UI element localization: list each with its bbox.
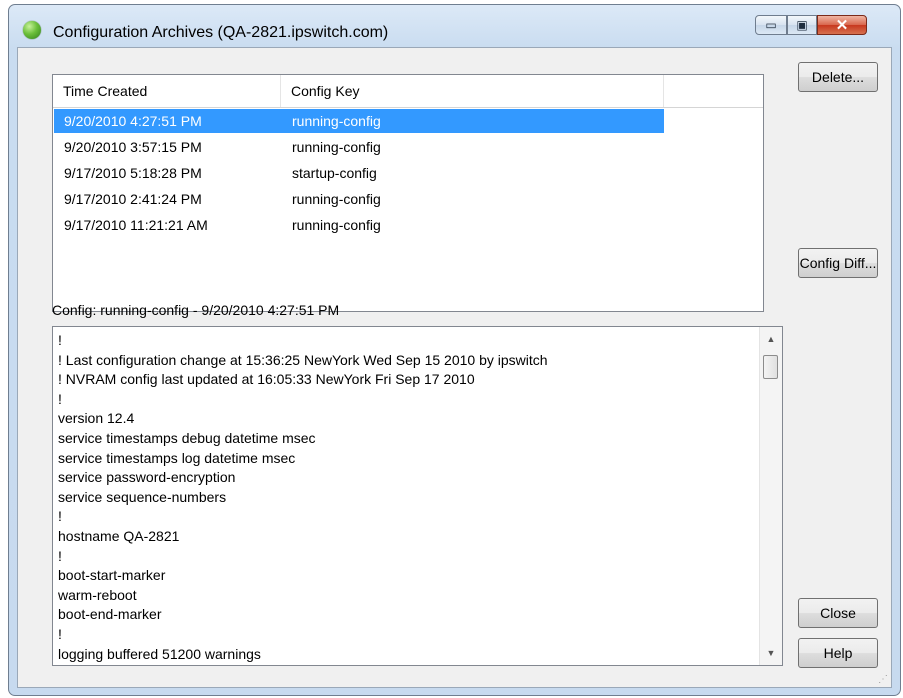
resize-grip-icon[interactable]: ⋰ — [878, 674, 888, 685]
row-config-key: running-config — [292, 113, 381, 129]
config-line: ! NVRAM config last updated at 16:05:33 … — [58, 371, 475, 388]
help-button[interactable]: Help — [798, 638, 878, 668]
config-line: ! — [58, 508, 62, 525]
list-row[interactable]: 9/20/2010 4:27:51 PM running-config — [54, 109, 664, 133]
list-row[interactable]: 9/17/2010 11:21:21 AM running-config — [54, 213, 664, 237]
column-header-filler — [664, 75, 763, 107]
close-icon: ✕ — [835, 17, 849, 34]
row-config-key: startup-config — [292, 165, 377, 181]
scroll-down-arrow-icon[interactable]: ▼ — [760, 644, 782, 662]
close-window-button[interactable]: ✕ — [817, 15, 867, 35]
maximize-icon: ▣ — [796, 18, 808, 32]
row-time-created: 9/20/2010 3:57:15 PM — [64, 139, 202, 155]
scroll-up-arrow-icon[interactable]: ▲ — [760, 330, 782, 348]
row-time-created: 9/17/2010 11:21:21 AM — [64, 217, 208, 233]
configuration-archives-window: Configuration Archives (QA-2821.ipswitch… — [8, 4, 901, 696]
row-config-key: running-config — [292, 217, 381, 233]
config-text-area[interactable]: ! ! Last configuration change at 15:36:25… — [52, 326, 783, 666]
minimize-icon: ▭ — [765, 18, 777, 32]
config-line: service timestamps log datetime msec — [58, 449, 296, 466]
config-line: ! — [58, 332, 62, 348]
vertical-scrollbar[interactable]: ▲ ▼ — [759, 327, 782, 665]
row-time-created: 9/20/2010 4:27:51 PM — [64, 113, 202, 129]
row-time-created: 9/17/2010 5:18:28 PM — [64, 165, 202, 181]
delete-button[interactable]: Delete... — [798, 62, 878, 92]
config-line: boot-end-marker — [58, 606, 162, 623]
config-line: service timestamps debug datetime msec — [58, 429, 316, 446]
config-line: service sequence-numbers — [58, 488, 227, 505]
config-line: service password-encryption — [58, 469, 236, 486]
app-status-icon — [23, 21, 41, 39]
list-row[interactable]: 9/20/2010 3:57:15 PM running-config — [54, 135, 664, 159]
scrollbar-thumb[interactable] — [763, 355, 778, 379]
close-button[interactable]: Close — [798, 598, 878, 628]
config-line: ! Last configuration change at 15:36:25 … — [58, 351, 548, 368]
config-diff-button[interactable]: Config Diff... — [798, 248, 878, 278]
row-config-key: running-config — [292, 139, 381, 155]
config-line: hostname QA-2821 — [58, 527, 180, 544]
config-text-content: ! ! Last configuration change at 15:36:25… — [58, 331, 752, 664]
maximize-button[interactable]: ▣ — [787, 15, 817, 35]
config-line: ! — [58, 625, 62, 642]
config-line: version 12.4 — [58, 410, 135, 427]
row-time-created: 9/17/2010 2:41:24 PM — [64, 191, 202, 207]
dialog-client-area: Time Created Config Key 9/20/2010 4:27:5… — [17, 47, 892, 688]
column-header-time-created[interactable]: Time Created — [53, 75, 281, 107]
row-config-key: running-config — [292, 191, 381, 207]
column-header-config-key[interactable]: Config Key — [281, 75, 664, 107]
window-title: Configuration Archives (QA-2821.ipswitch… — [53, 24, 389, 41]
minimize-button[interactable]: ▭ — [755, 15, 787, 35]
config-label: Config: running-config - 9/20/2010 4:27:… — [52, 302, 340, 318]
config-line: boot-start-marker — [58, 567, 166, 584]
config-line: ! — [58, 390, 62, 407]
title-bar[interactable]: Configuration Archives (QA-2821.ipswitch… — [9, 5, 900, 45]
list-row[interactable]: 9/17/2010 2:41:24 PM running-config — [54, 187, 664, 211]
archives-list[interactable]: Time Created Config Key 9/20/2010 4:27:5… — [52, 74, 764, 312]
config-line: ! — [58, 547, 62, 564]
config-line: warm-reboot — [58, 586, 137, 603]
config-line: logging buffered 51200 warnings — [58, 645, 261, 662]
list-header: Time Created Config Key — [53, 75, 763, 108]
list-row[interactable]: 9/17/2010 5:18:28 PM startup-config — [54, 161, 664, 185]
